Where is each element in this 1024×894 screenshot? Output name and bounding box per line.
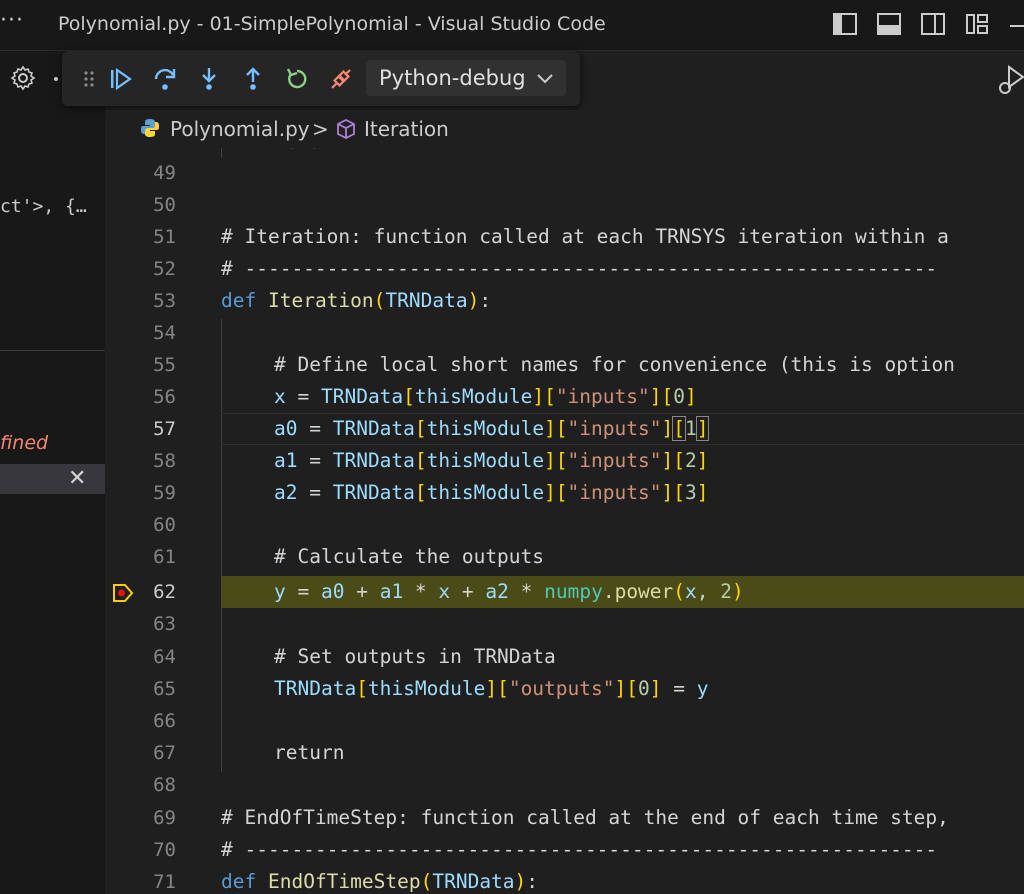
customize-layout-icon[interactable] [964,11,990,37]
window-title: Polynomial.py - 01-SimplePolynomial - Vi… [58,13,606,35]
code-line: 59 a2 = TRNData[thisModule]["inputs"][3] [153,481,709,504]
debug-run-icon[interactable] [993,63,1024,97]
title-bar: ··· Polynomial.py - 01-SimplePolynomial … [0,0,1024,51]
code-line: 71 def EndOfTimeStep(TRNData): [153,870,539,893]
disconnect-icon[interactable] [327,65,355,93]
selected-item-row[interactable]: ✕ [0,464,105,494]
code-line: 54 [153,322,176,344]
variable-preview: ct'>, {… [0,196,87,217]
gear-icon[interactable] [10,65,36,91]
code-line: 64 # Set outputs in TRNData [153,645,556,668]
debug-toolbar: Python-debug [62,51,580,106]
debug-configuration-select[interactable]: Python-debug [366,60,566,96]
code-line: 69 # EndOfTimeStep: function called at t… [153,806,949,829]
code-line: 52 # -----------------------------------… [153,257,938,280]
code-line: 56 x = TRNData[thisModule]["inputs"][0] [153,385,697,408]
code-line: 67 return [153,741,345,764]
code-line: 70 # -----------------------------------… [153,838,938,861]
code-line-cursor: 57 a0 = TRNData[thisModule]["inputs"][1] [106,413,1024,445]
code-line: 63 [153,613,176,635]
chevron-down-icon [534,67,556,89]
debug-configuration-label: Python-debug [379,66,526,90]
toggle-secondary-sidebar-icon[interactable] [920,11,946,37]
code-line: 60 [153,514,176,536]
code-line: 53 def Iteration(TRNData): [153,289,492,312]
step-over-icon[interactable] [151,65,179,93]
code-line: 49 [153,162,176,184]
drag-handle-icon[interactable] [76,65,104,93]
step-into-icon[interactable] [195,65,223,93]
toggle-panel-icon[interactable] [876,11,902,37]
divider [0,350,105,351]
code-line-current: 62 y = a0 + a1 * x + a2 * numpy.power(x,… [106,576,1024,608]
method-cube-icon [335,118,357,140]
code-line: 55 # Define local short names for conven… [153,353,955,376]
toggle-primary-sidebar-icon[interactable] [832,11,858,37]
code-line: 68 [153,774,176,796]
minimize-icon[interactable] [1010,25,1024,27]
error-message: fined [0,432,49,454]
breadcrumb-file[interactable]: Polynomial.py [170,117,310,141]
restart-icon[interactable] [283,65,311,93]
separator-dot [54,77,58,81]
code-line: 66 [153,710,176,732]
code-line: 50 [153,194,176,216]
code-line: 58 a1 = TRNData[thisModule]["inputs"][2] [153,449,709,472]
breadcrumb-separator: > [312,117,329,141]
breadcrumb-symbol[interactable]: Iteration [364,117,449,141]
code-editor[interactable]: return 49 50 51 # Iteration: function ca… [106,148,1024,894]
python-file-icon [140,118,160,138]
step-out-icon[interactable] [239,65,267,93]
breadcrumb: Polynomial.py > Iteration [106,110,1024,148]
menu-overflow-button[interactable]: ··· [0,8,24,33]
code-line: 65 TRNData[thisModule]["outputs"][0] = y [153,677,709,700]
code-line: 61 # Calculate the outputs [153,545,545,568]
close-icon[interactable]: ✕ [68,466,86,491]
code-line: 51 # Iteration: function called at each … [153,225,949,248]
sidebar: ct'>, {… fined ✕ [0,51,105,894]
continue-icon[interactable] [107,65,135,93]
